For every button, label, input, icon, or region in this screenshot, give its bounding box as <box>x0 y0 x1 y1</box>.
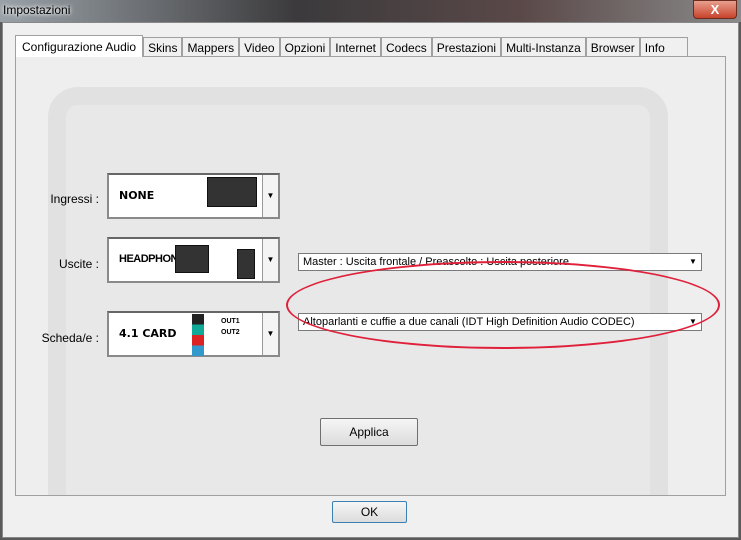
chevron-down-icon: ▼ <box>262 239 278 281</box>
window-title: Impostazioni <box>3 3 71 17</box>
tab-opzioni[interactable]: Opzioni <box>279 37 331 56</box>
apply-button[interactable]: Applica <box>320 418 418 446</box>
inputs-label: Ingressi : <box>50 192 99 206</box>
tab-bar: Configurazione Audio Skins Mappers Video… <box>15 35 688 57</box>
tab-codecs[interactable]: Codecs <box>381 37 432 56</box>
tab-mappers[interactable]: Mappers <box>182 37 240 56</box>
chevron-down-icon: ▼ <box>262 313 278 355</box>
card-combo[interactable]: 4.1 CARD OUT1 OUT2 ▼ <box>107 311 280 357</box>
tab-multi-instanza[interactable]: Multi-Instanza <box>501 37 586 56</box>
out2-label: OUT2 <box>221 329 240 336</box>
laptop-icon <box>175 245 209 273</box>
outputs-label: Uscite : <box>58 257 99 271</box>
inputs-combo[interactable]: NONE ▼ <box>107 173 280 219</box>
audio-jacks-icon <box>192 314 204 356</box>
chevron-down-icon: ▼ <box>689 257 697 266</box>
tab-video[interactable]: Video <box>239 37 280 56</box>
speaker-icon <box>237 249 255 279</box>
out1-label: OUT1 <box>221 318 240 325</box>
tab-internet[interactable]: Internet <box>330 37 381 56</box>
tab-prestazioni[interactable]: Prestazioni <box>431 37 502 56</box>
tab-configurazione-audio[interactable]: Configurazione Audio <box>15 35 144 57</box>
close-button[interactable]: X <box>693 0 737 19</box>
highlight-ellipse <box>286 261 720 349</box>
outputs-combo[interactable]: HEADPHONES ▼ <box>107 237 280 283</box>
audio-config-panel: Ingressi : NONE ▼ Uscite : HEADPHONES ▼ … <box>15 56 726 496</box>
chevron-down-icon: ▼ <box>262 175 278 217</box>
tab-skins[interactable]: Skins <box>143 37 183 56</box>
ok-button[interactable]: OK <box>332 501 407 523</box>
card-value: 4.1 CARD <box>119 327 177 340</box>
dialog-body: Configurazione Audio Skins Mappers Video… <box>2 22 739 538</box>
card-label: Scheda/e : <box>41 331 99 345</box>
laptop-icon <box>207 177 257 207</box>
inputs-value: NONE <box>119 189 155 202</box>
tab-browser[interactable]: Browser <box>585 37 640 56</box>
tab-info[interactable]: Info <box>639 37 688 56</box>
title-bar: Impostazioni X <box>0 0 741 22</box>
